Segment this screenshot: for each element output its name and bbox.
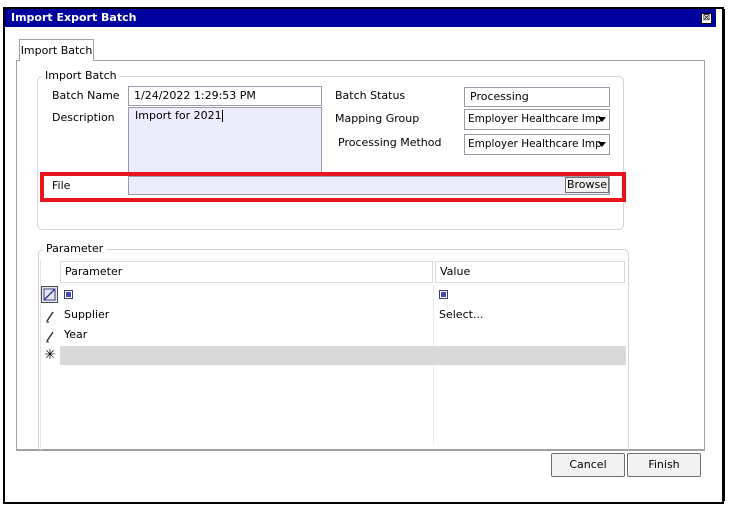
batch-status-field[interactable]: Processing <box>464 87 610 107</box>
processing-method-label: Processing Method <box>338 136 442 149</box>
pencil-icon <box>44 309 56 323</box>
chevron-down-icon <box>598 117 606 122</box>
import-batch-legend: Import Batch <box>42 69 120 82</box>
batch-name-label: Batch Name <box>52 89 120 102</box>
finish-button[interactable]: Finish <box>627 453 701 477</box>
value-filter-checkbox[interactable] <box>439 290 448 299</box>
processing-method-select[interactable]: Employer Healthcare Imp <box>464 134 610 155</box>
batch-status-label: Batch Status <box>335 89 406 102</box>
param-name-cell[interactable]: Supplier <box>64 308 109 321</box>
column-header-value[interactable]: Value <box>435 261 625 283</box>
file-label: File <box>52 179 71 192</box>
mapping-group-label: Mapping Group <box>335 112 420 125</box>
asterisk-icon: ✳ <box>44 347 56 363</box>
mapping-group-value: Employer Healthcare Imp <box>468 113 602 125</box>
description-text: Import for 2021 <box>135 109 222 122</box>
footer-divider <box>16 450 705 451</box>
browse-button[interactable]: Browse <box>565 177 609 193</box>
description-label: Description <box>52 111 115 124</box>
mapping-group-select[interactable]: Employer Healthcare Imp <box>464 109 610 130</box>
edit-filter-icon[interactable] <box>41 286 58 303</box>
text-caret <box>221 110 223 122</box>
parameter-filter-checkbox[interactable] <box>64 290 73 299</box>
param-value-cell[interactable]: Select... <box>439 308 483 321</box>
pencil-icon <box>44 329 56 343</box>
file-path-input[interactable] <box>128 176 610 195</box>
processing-method-value: Employer Healthcare Imp <box>468 138 602 150</box>
description-textarea[interactable]: Import for 2021 <box>128 107 322 173</box>
column-divider <box>433 285 434 445</box>
cancel-button[interactable]: Cancel <box>551 453 625 477</box>
param-name-cell[interactable]: Year <box>64 328 87 341</box>
chevron-down-icon <box>598 142 606 147</box>
batch-name-field[interactable]: 1/24/2022 1:29:53 PM <box>128 86 322 106</box>
tab-import-batch[interactable]: Import Batch <box>19 39 94 61</box>
parameter-legend: Parameter <box>43 242 107 255</box>
window-title: Import Export Batch <box>5 9 716 27</box>
close-icon[interactable]: ⊠ <box>701 13 712 24</box>
column-header-parameter[interactable]: Parameter <box>60 261 433 283</box>
new-row[interactable] <box>60 346 626 365</box>
